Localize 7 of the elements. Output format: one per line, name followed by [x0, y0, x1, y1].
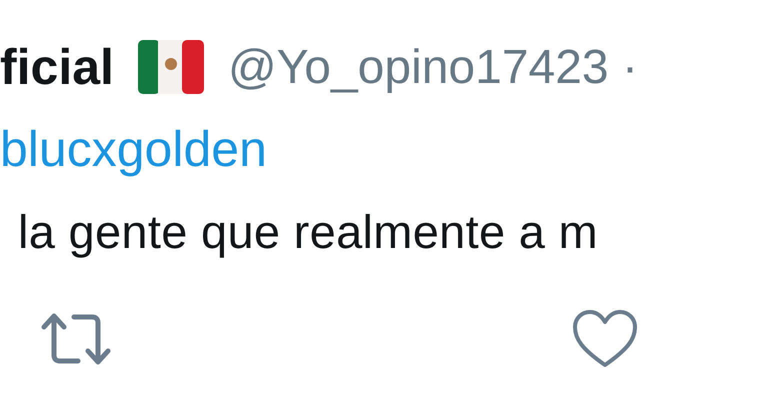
retweet-icon[interactable]: [40, 311, 112, 367]
mention-link[interactable]: blucxgolden: [0, 120, 267, 178]
user-handle[interactable]: @Yo_opino17423 ·: [228, 40, 638, 94]
flag-icon: [138, 40, 204, 94]
tweet-text: la gente que realmente a m: [17, 204, 598, 259]
display-name[interactable]: ficial: [0, 38, 114, 96]
heart-icon[interactable]: [572, 309, 638, 369]
